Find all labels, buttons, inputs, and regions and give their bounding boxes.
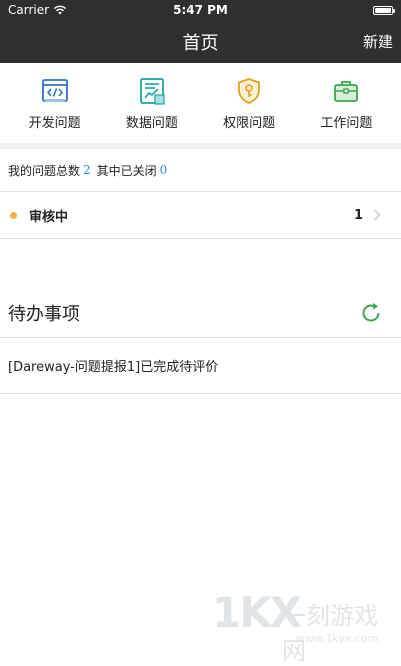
status-label: 审核中 (29, 209, 69, 225)
category-work[interactable]: 工作问题 (301, 76, 391, 131)
refresh-icon[interactable] (359, 301, 383, 325)
carrier-label: Carrier (8, 3, 50, 17)
watermark-url: www.1kyx.com (296, 632, 379, 645)
briefcase-icon (334, 80, 359, 102)
nav-bar: 首页 新建 (0, 20, 401, 63)
key-shield-icon (238, 77, 261, 104)
data-chart-icon (139, 77, 165, 105)
total-value: 2 (83, 163, 91, 177)
problem-summary: 我的问题总数 2 其中已关闭 0 (0, 149, 401, 192)
battery-fill (375, 7, 391, 13)
status-bar: Carrier 5:47 PM (0, 0, 401, 20)
status-left: Carrier (8, 3, 67, 17)
new-button[interactable]: 新建 (363, 20, 393, 63)
category-data[interactable]: 数据问题 (107, 76, 197, 131)
status-count: 1 (353, 207, 363, 223)
total-label: 我的问题总数 (8, 163, 81, 178)
todo-item[interactable]: [Dareway-问题提报1]已完成待评价 (0, 338, 401, 394)
category-label: 工作问题 (320, 115, 373, 131)
category-label: 数据问题 (125, 115, 178, 131)
wifi-icon (53, 5, 67, 15)
category-label: 开发问题 (28, 115, 81, 131)
status-dot (10, 211, 17, 219)
watermark-logo: 1KX 一刻游戏网 www.1kyx.com (212, 588, 398, 665)
status-right (373, 5, 395, 15)
closed-value: 0 (159, 163, 168, 177)
category-dev[interactable]: 开发问题 (10, 76, 100, 131)
chevron-right-icon (374, 209, 381, 221)
todo-title: 待办事项 (8, 303, 80, 325)
status-row-reviewing[interactable]: 审核中 1 (0, 192, 401, 239)
code-window-icon (41, 78, 68, 102)
closed-label: 其中已关闭 (96, 163, 157, 178)
battery-icon (373, 5, 395, 15)
category-grid: 开发问题 数据问题 权限问题 工作问题 (0, 63, 401, 143)
category-permission[interactable]: 权限问题 (204, 76, 294, 131)
watermark-mark: 1KX (212, 588, 302, 637)
category-label: 权限问题 (223, 115, 276, 131)
todo-header: 待办事项 (0, 288, 401, 338)
watermark-cn: 一刻游戏网 (282, 602, 378, 665)
page-title: 首页 (182, 32, 219, 54)
